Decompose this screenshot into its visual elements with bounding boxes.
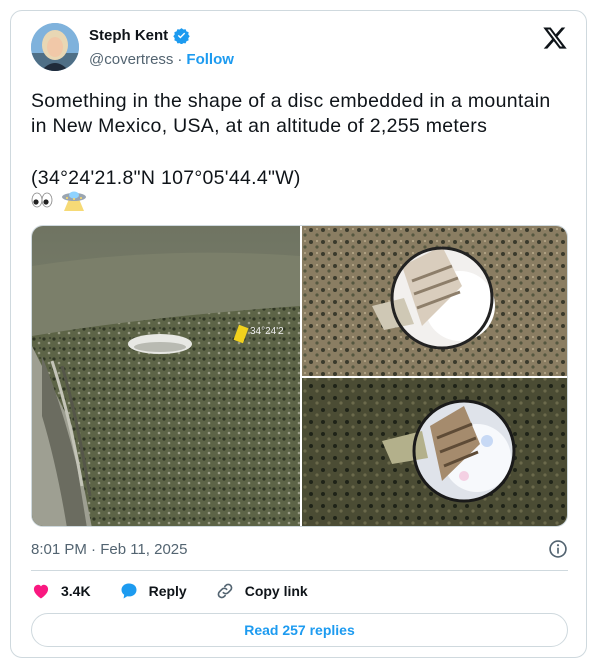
image-overlay-label: 34°24'2 [250,326,284,337]
tweet-coordinates: (34°24'21.8"N 107°05'44.4"W) [31,167,301,189]
separator-dot: · [177,51,183,68]
link-icon [217,583,233,599]
eyes-emoji-icon [31,192,53,208]
emoji-row [31,191,87,211]
author-handle[interactable]: @covertress [89,51,173,68]
verified-badge-icon [173,28,190,44]
tweet-card: Steph Kent @covertress · Follow Somethin… [10,10,587,658]
info-icon[interactable] [548,539,568,559]
like-button[interactable]: 3.4K [31,581,91,601]
follow-button[interactable]: Follow [186,51,234,68]
tweet-media[interactable]: 34°24'2 [31,225,568,527]
heart-icon [33,584,49,599]
author-subline: @covertress · Follow [89,51,234,68]
copy-link-label: Copy link [244,583,308,599]
reply-bubble-icon [121,583,137,599]
author-name[interactable]: Steph Kent [89,27,168,44]
copy-link-button[interactable]: Copy link [215,581,308,601]
tweet-text: Something in the shape of a disc embedde… [31,90,551,137]
top-right-aerial-image [302,226,567,376]
bottom-right-aerial-image [302,378,567,526]
avatar[interactable] [31,23,79,71]
reply-button[interactable]: Reply [119,581,187,601]
ufo-emoji-icon [62,191,86,211]
like-count: 3.4K [61,583,91,599]
read-replies-button[interactable]: Read 257 replies [31,613,568,647]
author-name-row[interactable]: Steph Kent [89,27,190,44]
left-aerial-image: 34°24'2 [32,226,300,526]
divider [31,570,568,571]
tweet-timestamp[interactable]: 8:01 PM · Feb 11, 2025 [31,541,187,558]
action-bar: 3.4K Reply Copy link [31,581,308,601]
reply-label: Reply [148,583,187,599]
x-logo-icon[interactable] [542,25,568,51]
